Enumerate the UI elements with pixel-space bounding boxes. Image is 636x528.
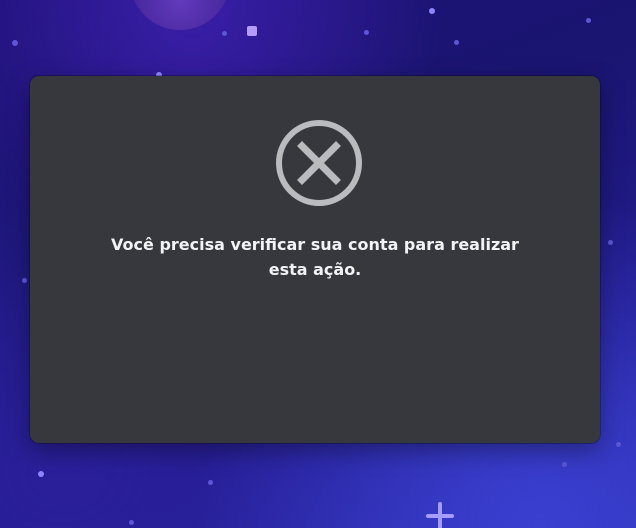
close-circle-icon	[276, 120, 362, 206]
star-decoration	[562, 462, 567, 467]
star-decoration	[38, 471, 44, 477]
star-decoration	[222, 31, 227, 36]
star-decoration	[616, 442, 621, 447]
verification-required-dialog: Você precisa verificar sua conta para re…	[30, 76, 600, 443]
star-decoration	[608, 240, 613, 245]
star-decoration	[247, 26, 257, 36]
star-decoration	[22, 278, 27, 283]
planet-decoration	[130, 0, 230, 30]
star-decoration	[586, 18, 591, 23]
dialog-message: Você precisa verificar sua conta para re…	[111, 235, 519, 279]
star-decoration	[208, 480, 213, 485]
star-decoration	[129, 520, 134, 525]
sparkle-decoration	[426, 502, 454, 528]
star-decoration	[454, 40, 459, 45]
star-decoration	[12, 40, 18, 46]
star-decoration	[429, 8, 435, 14]
star-decoration	[364, 30, 369, 35]
